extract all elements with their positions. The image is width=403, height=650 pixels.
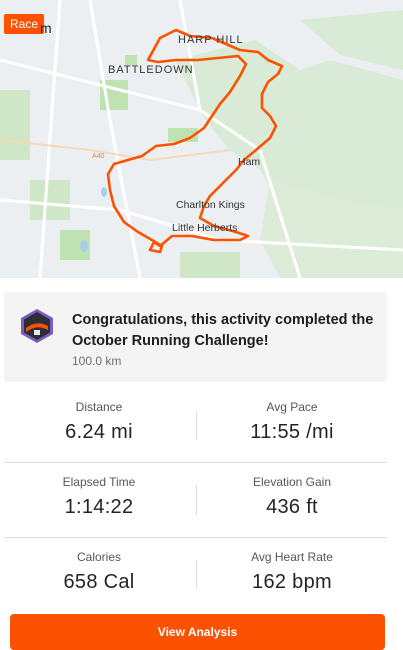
- stat-label: Elevation Gain: [252, 475, 332, 489]
- map-label-charlton: Charlton Kings: [176, 199, 245, 211]
- activity-stats: Distance 6.24 mi Avg Pace 11:55 /mi Elap…: [4, 388, 387, 612]
- race-badge: Race: [4, 14, 45, 34]
- stat-value: 6.24 mi: [65, 421, 133, 443]
- stat-label: Avg Heart Rate: [251, 550, 333, 564]
- challenge-distance: 100.0 km: [72, 354, 122, 368]
- map-label-ham: Ham: [238, 156, 261, 168]
- challenge-badge-icon: [21, 309, 53, 343]
- stat-calories: Calories 658 Cal: [4, 538, 194, 594]
- stats-row: Distance 6.24 mi Avg Pace 11:55 /mi: [4, 388, 387, 463]
- stat-value: 658 Cal: [63, 571, 135, 593]
- map-label-battledown: BATTLEDOWN: [108, 64, 194, 76]
- stat-value: 11:55 /mi: [250, 421, 334, 443]
- road-label: A40: [92, 153, 105, 160]
- stat-value: 162 bpm: [252, 571, 332, 593]
- route-map[interactable]: A40 Race m HARP HILL BATTLEDOWN Ham Char…: [0, 0, 403, 278]
- stats-row: Elapsed Time 1:14:22 Elevation Gain 436 …: [4, 463, 387, 538]
- stat-label: Elapsed Time: [62, 475, 136, 489]
- map-label-hill: HARP HILL: [178, 34, 244, 46]
- stat-avg-pace: Avg Pace 11:55 /mi: [197, 388, 387, 444]
- challenge-card[interactable]: Congratulations, this activity completed…: [4, 292, 387, 382]
- view-analysis-button[interactable]: View Analysis: [10, 614, 385, 650]
- stat-value: 436 ft: [266, 496, 318, 518]
- challenge-title: Congratulations, this activity completed…: [72, 312, 374, 349]
- stat-elapsed-time: Elapsed Time 1:14:22: [4, 463, 194, 519]
- stat-distance: Distance 6.24 mi: [4, 388, 194, 444]
- stats-row: Calories 658 Cal Avg Heart Rate 162 bpm: [4, 538, 387, 612]
- map-label-top-left: m: [40, 20, 52, 36]
- stat-label: Calories: [76, 550, 121, 564]
- stat-avg-heart-rate: Avg Heart Rate 162 bpm: [197, 538, 387, 594]
- map-label-herberts: Little Herberts: [172, 222, 238, 234]
- stat-elevation-gain: Elevation Gain 436 ft: [197, 463, 387, 519]
- stat-label: Avg Pace: [266, 400, 318, 414]
- stat-value: 1:14:22: [64, 496, 134, 518]
- stat-label: Distance: [75, 400, 123, 414]
